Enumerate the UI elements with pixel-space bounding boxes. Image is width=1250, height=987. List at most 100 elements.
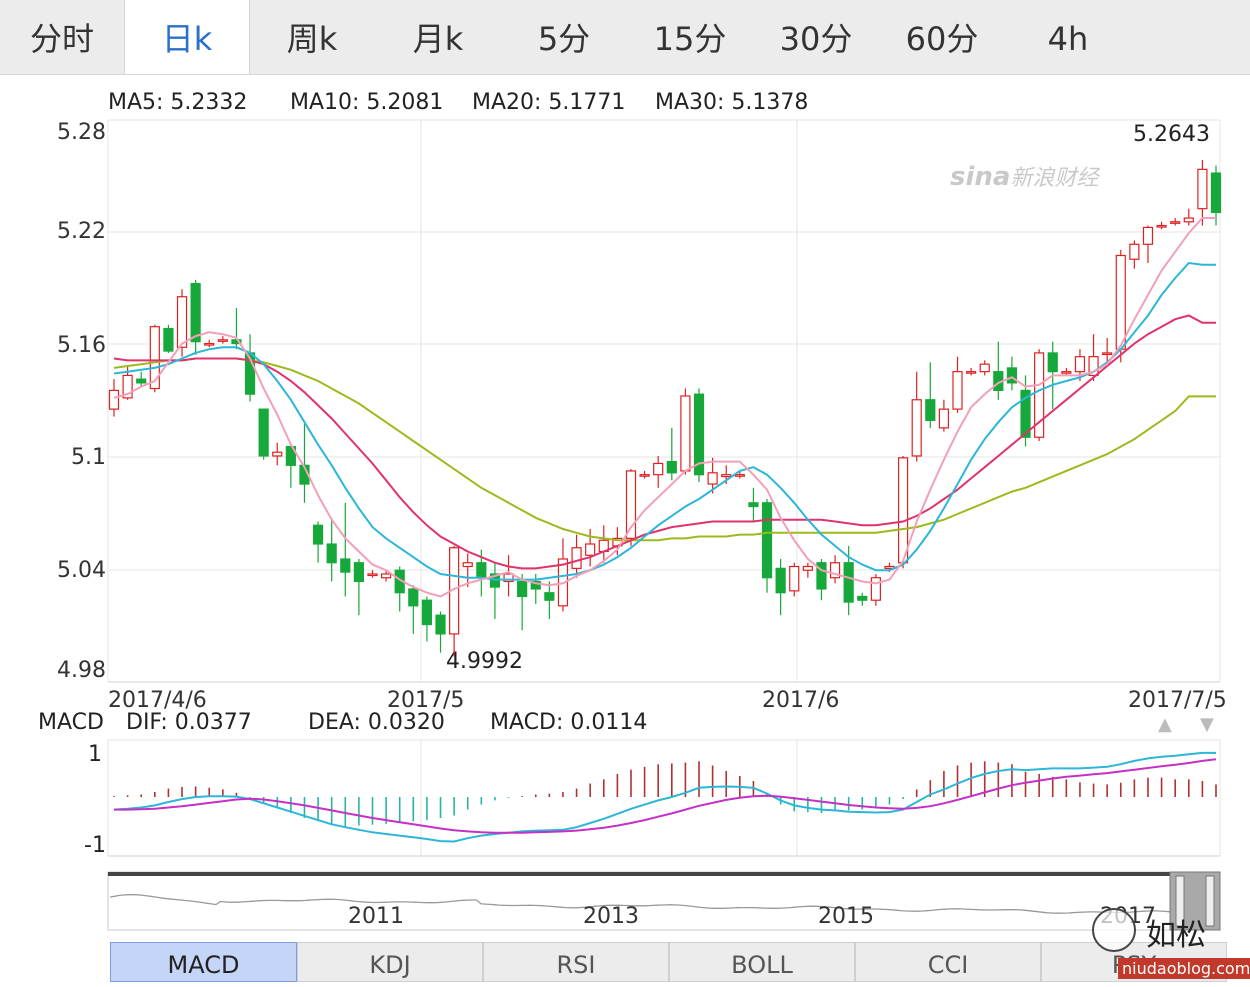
candle-down — [231, 339, 242, 345]
candle-up — [449, 547, 460, 635]
candle-down — [353, 562, 364, 583]
candle-up — [1183, 217, 1194, 223]
y-tick-label: 5.04 — [57, 558, 106, 583]
candle-up — [802, 565, 813, 571]
candle-up — [979, 363, 990, 373]
candle-up — [585, 543, 596, 556]
ma20-line — [113, 314, 1216, 570]
tab-15min[interactable]: 15分 — [628, 0, 752, 72]
candle-down — [993, 371, 1004, 391]
candle-up — [966, 371, 977, 374]
candle-down — [666, 460, 677, 474]
x-tick-label: 2017/6 — [762, 688, 840, 713]
candle-down — [476, 562, 487, 579]
tab-cci[interactable]: CCI — [855, 942, 1041, 982]
candle-down — [326, 543, 337, 564]
macd-y-tick: 1 — [88, 742, 102, 767]
macd-legend-title: MACD — [38, 710, 104, 735]
candle-up — [1034, 352, 1045, 438]
overview-panel — [107, 871, 1221, 931]
candle-down — [1210, 172, 1222, 214]
candle-down — [517, 580, 528, 598]
candle-up — [367, 573, 378, 577]
candle-up — [1074, 356, 1086, 373]
candle-up — [653, 462, 664, 476]
candle-up — [884, 565, 895, 569]
overview-year-label: 2013 — [583, 904, 639, 929]
candle-up — [272, 451, 283, 457]
zoom-in-icon[interactable]: ▲ — [1158, 714, 1172, 735]
tab-5min[interactable]: 5分 — [502, 0, 626, 72]
candle-down — [489, 573, 501, 588]
candle-up — [612, 537, 623, 547]
candle-down — [340, 558, 351, 573]
legend-ma10: MA10: 5.2081 — [290, 90, 444, 115]
candle-down — [925, 399, 936, 421]
candle-down — [1006, 367, 1018, 384]
y-tick-label: 5.16 — [57, 333, 106, 358]
tab-60min[interactable]: 60分 — [880, 0, 1004, 72]
candle-up — [1115, 254, 1126, 350]
tab-rsi[interactable]: RSI — [483, 942, 669, 982]
tab-boll[interactable]: BOLL — [669, 942, 855, 982]
low-annotation: 4.9992 — [446, 649, 523, 674]
candle-down — [1047, 352, 1058, 373]
candle-up — [789, 565, 800, 592]
candle-up — [1156, 224, 1167, 228]
candle-up — [1088, 356, 1099, 377]
x-tick-label: 2017/7/5 — [1128, 688, 1227, 713]
legend-ma5: MA5: 5.2332 — [108, 90, 248, 115]
wechat-logo-icon — [1092, 908, 1136, 952]
macd-y-tick: -1 — [84, 833, 106, 858]
timeframe-tabs: 分时 日k 周k 月k 5分 15分 30分 60分 4h — [0, 0, 1250, 75]
candle-down — [544, 592, 555, 601]
candle-up — [462, 562, 473, 568]
dif-line — [113, 751, 1216, 843]
candle-up — [829, 562, 841, 579]
candle-up — [680, 395, 691, 472]
candle-up — [1170, 221, 1181, 224]
candle-up — [734, 474, 745, 477]
candle-down — [1020, 389, 1031, 438]
candle-up — [503, 573, 514, 583]
overview-year-label: 2011 — [348, 904, 404, 929]
tab-macd[interactable]: MACD — [110, 942, 297, 982]
tab-monthly-k[interactable]: 月k — [376, 0, 500, 72]
candle-up — [557, 558, 569, 607]
y-tick-label: 5.28 — [57, 120, 106, 145]
author-watermark: 如松 — [1146, 918, 1206, 953]
candle-up — [1197, 168, 1208, 210]
candle-down — [435, 614, 446, 635]
tab-daily-k[interactable]: 日k — [124, 0, 250, 74]
sina-finance-watermark: sina新浪财经 — [950, 162, 1099, 192]
macd-legend-dea: DEA: 0.0320 — [308, 710, 445, 735]
indicator-tabs: MACD KDJ RSI BOLL CCI PSY — [110, 942, 1230, 984]
macd-legend-macd: MACD: 0.0114 — [490, 710, 648, 735]
candle-down — [775, 567, 786, 594]
tab-4h[interactable]: 4h — [1006, 0, 1130, 72]
candle-down — [394, 569, 405, 594]
candle-up — [1102, 352, 1113, 356]
candle-up — [217, 339, 228, 342]
tab-30min[interactable]: 30分 — [754, 0, 878, 72]
tab-kdj[interactable]: KDJ — [297, 942, 483, 982]
candle-down — [312, 524, 324, 545]
candle-up — [952, 371, 963, 410]
legend-ma20: MA20: 5.1771 — [472, 90, 626, 115]
tab-weekly-k[interactable]: 周k — [250, 0, 374, 72]
ma10-line — [113, 261, 1216, 581]
site-watermark: niudaoblog.com — [1118, 958, 1250, 979]
candle-down — [163, 327, 174, 352]
candle-down — [258, 408, 269, 457]
ma30-line — [113, 357, 1216, 542]
candle-down — [693, 393, 705, 476]
zoom-out-icon[interactable]: ▼ — [1200, 714, 1214, 735]
candlestick-chart[interactable] — [0, 0, 1250, 985]
candle-down — [285, 445, 296, 466]
tab-intraday[interactable]: 分时 — [0, 0, 124, 72]
candle-down — [299, 464, 310, 485]
candle-up — [204, 342, 215, 346]
candle-up — [639, 474, 650, 477]
dea-line — [114, 758, 1217, 834]
candle-down — [843, 562, 854, 603]
